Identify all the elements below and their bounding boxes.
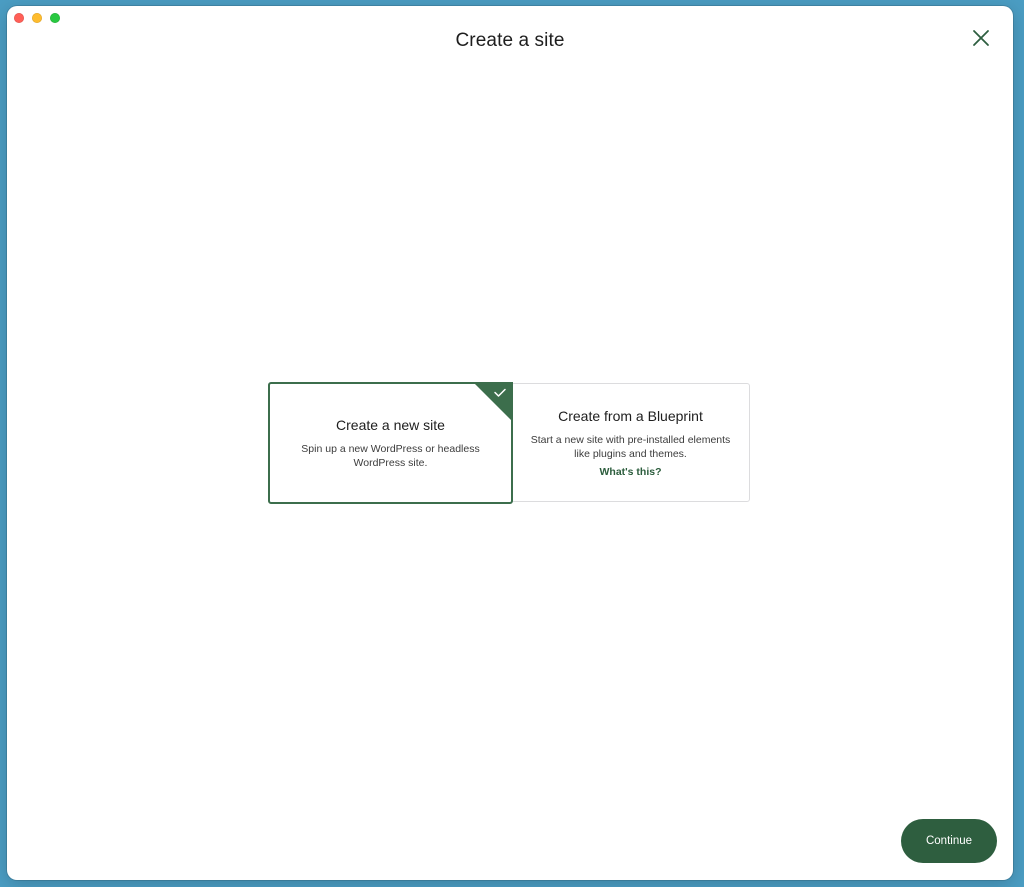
- window-zoom-control[interactable]: [50, 13, 60, 23]
- option-description: Start a new site with pre-installed elem…: [530, 434, 731, 460]
- window-minimize-control[interactable]: [32, 13, 42, 23]
- option-description: Spin up a new WordPress or headless Word…: [301, 443, 480, 469]
- close-icon: [973, 30, 989, 46]
- page-title: Create a site: [455, 30, 565, 51]
- window-close-control[interactable]: [14, 13, 24, 23]
- option-create-from-blueprint[interactable]: Create from a Blueprint Start a new site…: [511, 383, 750, 502]
- app-window: Create a site Create a new site Spin up …: [7, 6, 1013, 880]
- option-create-new-site[interactable]: Create a new site Spin up a new WordPres…: [268, 382, 513, 504]
- whats-this-link[interactable]: What's this?: [600, 466, 662, 478]
- close-button[interactable]: [969, 26, 993, 50]
- window-controls: [14, 13, 60, 23]
- continue-button[interactable]: Continue: [901, 819, 997, 863]
- site-type-options: Create a new site Spin up a new WordPres…: [268, 382, 752, 504]
- option-title: Create from a Blueprint: [558, 408, 703, 424]
- selected-check-badge: [473, 382, 513, 422]
